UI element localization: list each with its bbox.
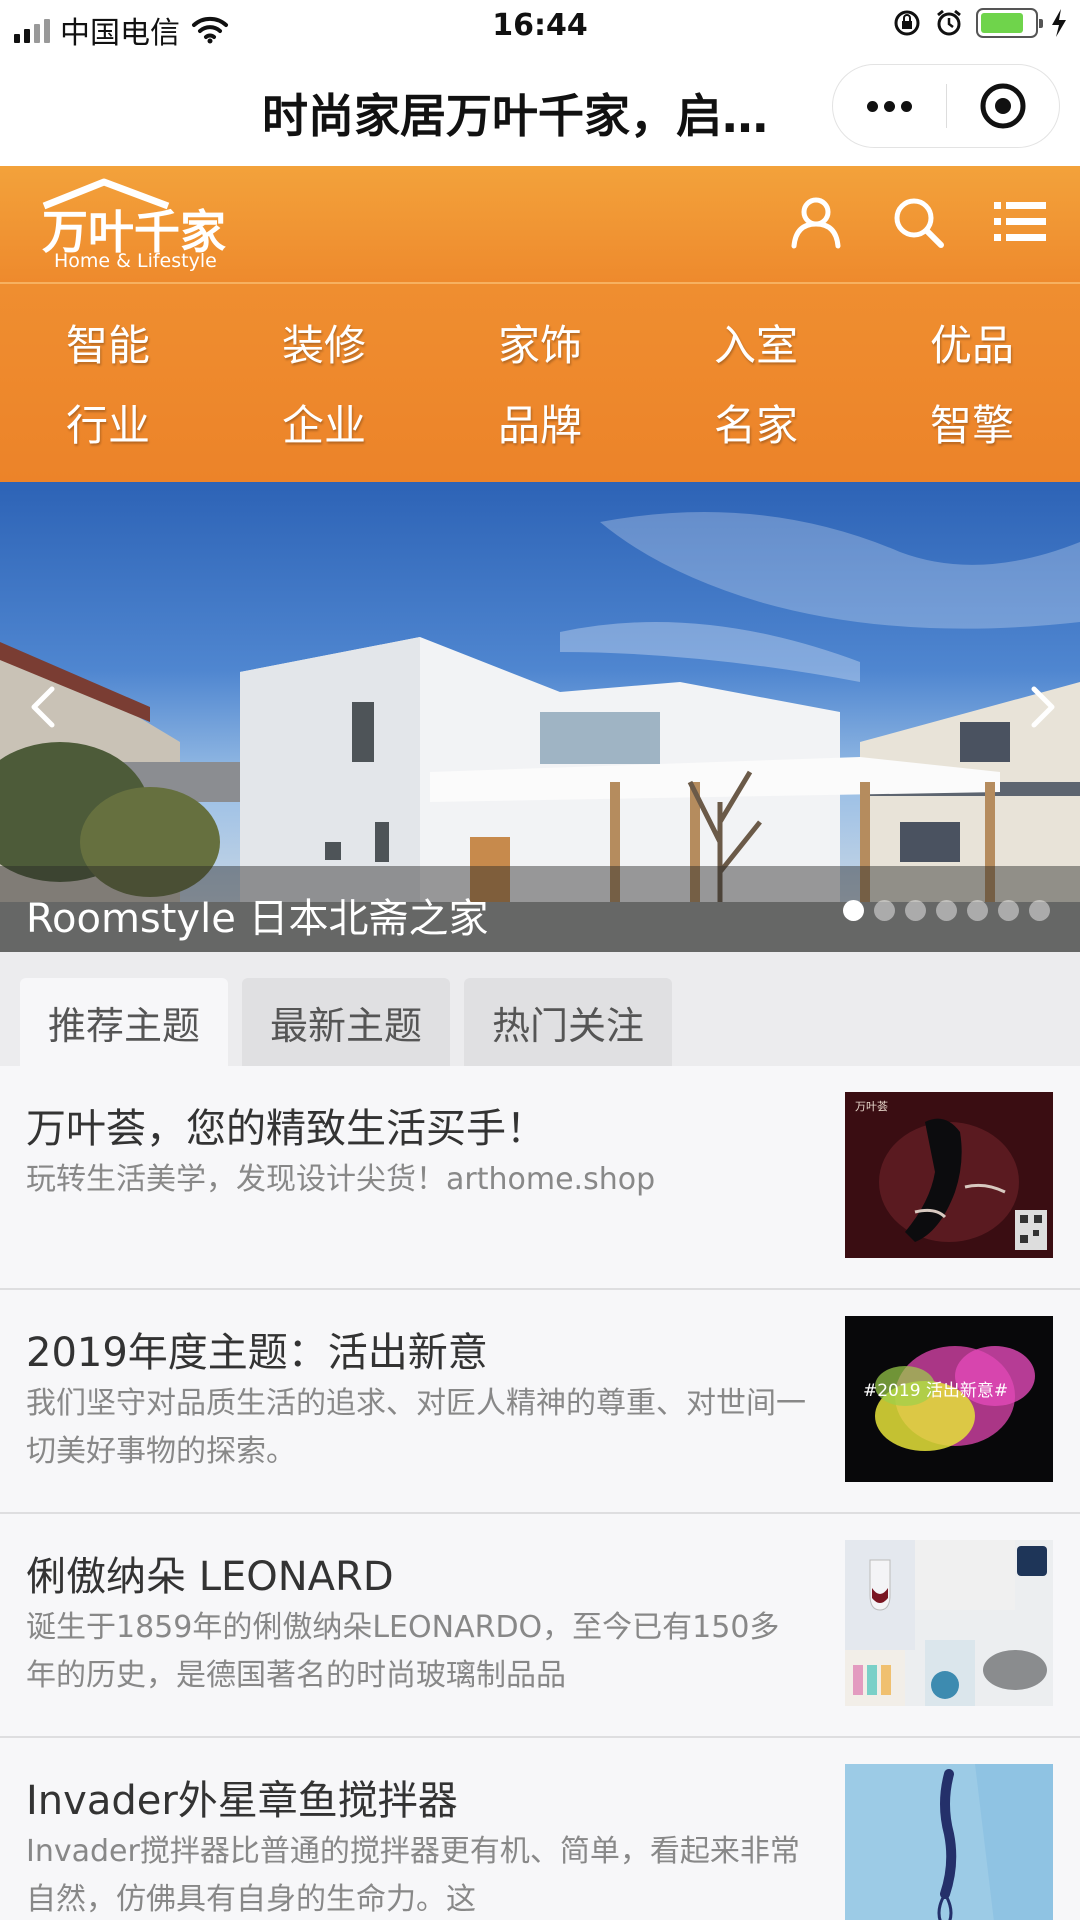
logo-text: 万叶千家 bbox=[42, 205, 226, 256]
status-right bbox=[892, 8, 1068, 38]
slide-dot[interactable] bbox=[936, 900, 957, 921]
item-title: Invader外星章鱼搅拌器 bbox=[26, 1778, 458, 1824]
next-slide-button[interactable] bbox=[1018, 672, 1068, 742]
chevron-left-icon bbox=[31, 686, 55, 728]
title-bar: 时尚家居万叶千家，启… bbox=[0, 52, 1080, 166]
item-thumbnail bbox=[845, 1540, 1053, 1706]
header-actions bbox=[786, 192, 1050, 252]
category-link[interactable]: 企业 bbox=[216, 386, 432, 466]
user-button[interactable] bbox=[786, 192, 846, 252]
category-nav: 智能 装修 家饰 入室 优品 行业 企业 品牌 名家 智擎 bbox=[0, 282, 1080, 482]
slide-dot[interactable] bbox=[998, 900, 1019, 921]
page-title: 时尚家居万叶千家，启… bbox=[262, 89, 768, 143]
item-thumbnail: #2019 活出新意# bbox=[845, 1316, 1053, 1482]
target-icon bbox=[980, 83, 1026, 129]
item-description: 我们坚守对品质生活的追求、对匠人精神的尊重、对世间一切美好事物的探索。 bbox=[26, 1386, 806, 1469]
topic-tabs: 推荐主题 最新主题 热门关注 bbox=[0, 952, 1080, 1066]
tab-latest[interactable]: 最新主题 bbox=[242, 978, 450, 1066]
category-link[interactable]: 装修 bbox=[216, 306, 432, 386]
battery-icon bbox=[976, 8, 1043, 38]
slide-dot[interactable] bbox=[843, 900, 864, 921]
banner-caption[interactable]: Roomstyle 日本北斋之家 bbox=[26, 886, 489, 944]
chevron-right-icon bbox=[1031, 686, 1055, 728]
search-icon bbox=[894, 198, 944, 248]
slide-dot[interactable] bbox=[905, 900, 926, 921]
status-bar: 中国电信 16:44 bbox=[0, 0, 1080, 52]
item-description: Invader搅拌器比普通的搅拌器更有机、简单，看起来非常自然，仿佛具有自身的生… bbox=[26, 1834, 800, 1917]
slide-dot[interactable] bbox=[967, 900, 988, 921]
category-link[interactable]: 名家 bbox=[648, 386, 864, 466]
search-button[interactable] bbox=[888, 192, 948, 252]
category-link[interactable]: 入室 bbox=[648, 306, 864, 386]
tab-recommended[interactable]: 推荐主题 bbox=[20, 978, 228, 1066]
item-description: 玩转生活美学，发现设计尖货！arthome.shop bbox=[26, 1162, 656, 1197]
banner-caption-bar: Roomstyle 日本北斋之家 bbox=[0, 866, 1080, 952]
item-title: 2019年度主题：活出新意 bbox=[26, 1330, 488, 1376]
category-link[interactable]: 优品 bbox=[864, 306, 1080, 386]
tab-popular[interactable]: 热门关注 bbox=[464, 978, 672, 1066]
slide-dot[interactable] bbox=[1029, 900, 1050, 921]
list-item[interactable]: 2019年度主题：活出新意 我们坚守对品质生活的追求、对匠人精神的尊重、对世间一… bbox=[0, 1290, 1080, 1514]
prev-slide-button[interactable] bbox=[18, 672, 68, 742]
list-item[interactable]: Invader外星章鱼搅拌器 Invader搅拌器比普通的搅拌器更有机、简单，看… bbox=[0, 1738, 1080, 1920]
list-item[interactable]: 俐傲纳朵 LEONARD 诞生于1859年的俐傲纳朵LEONARDO，至今已有1… bbox=[0, 1514, 1080, 1738]
slide-dot[interactable] bbox=[874, 900, 895, 921]
list-item[interactable]: 万叶荟，您的精致生活买手！ 玩转生活美学，发现设计尖货！arthome.shop… bbox=[0, 1066, 1080, 1290]
charging-icon bbox=[1052, 9, 1066, 37]
logo-mark: 万叶千家 bbox=[42, 178, 226, 259]
category-link[interactable]: 智能 bbox=[0, 306, 216, 386]
capsule-menu bbox=[832, 64, 1060, 148]
menu-icon bbox=[994, 202, 1046, 241]
slide-indicator bbox=[843, 900, 1050, 921]
thumb-text: #2019 活出新意# bbox=[863, 1381, 1008, 1401]
rotation-lock-icon bbox=[894, 10, 920, 36]
ellipsis-icon bbox=[866, 100, 912, 112]
category-link[interactable]: 品牌 bbox=[432, 386, 648, 466]
user-icon bbox=[791, 197, 841, 249]
item-thumbnail bbox=[845, 1764, 1053, 1920]
banner-carousel[interactable]: Roomstyle 日本北斋之家 bbox=[0, 482, 1080, 952]
topic-list: 万叶荟，您的精致生活买手！ 玩转生活美学，发现设计尖货！arthome.shop… bbox=[0, 1066, 1080, 1920]
item-description: 诞生于1859年的俐傲纳朵LEONARDO，至今已有150多年的历史，是德国著名… bbox=[26, 1610, 780, 1693]
logo-subtitle: Home & Lifestyle bbox=[54, 250, 217, 272]
category-link[interactable]: 家饰 bbox=[432, 306, 648, 386]
menu-button[interactable] bbox=[990, 192, 1050, 252]
item-thumbnail: 万叶荟 bbox=[845, 1092, 1053, 1258]
more-button[interactable] bbox=[833, 65, 946, 147]
battery-level bbox=[981, 13, 1023, 33]
item-title: 俐傲纳朵 LEONARD bbox=[26, 1554, 394, 1600]
logo[interactable]: 万叶千家 Home & Lifestyle bbox=[40, 176, 240, 276]
alarm-icon bbox=[937, 9, 961, 36]
category-link[interactable]: 智擎 bbox=[864, 386, 1080, 466]
close-button[interactable] bbox=[947, 65, 1060, 147]
category-link[interactable]: 行业 bbox=[0, 386, 216, 466]
site-header: 万叶千家 Home & Lifestyle bbox=[0, 166, 1080, 282]
item-title: 万叶荟，您的精致生活买手！ bbox=[26, 1106, 546, 1152]
thumb-text: 万叶荟 bbox=[855, 1099, 888, 1113]
